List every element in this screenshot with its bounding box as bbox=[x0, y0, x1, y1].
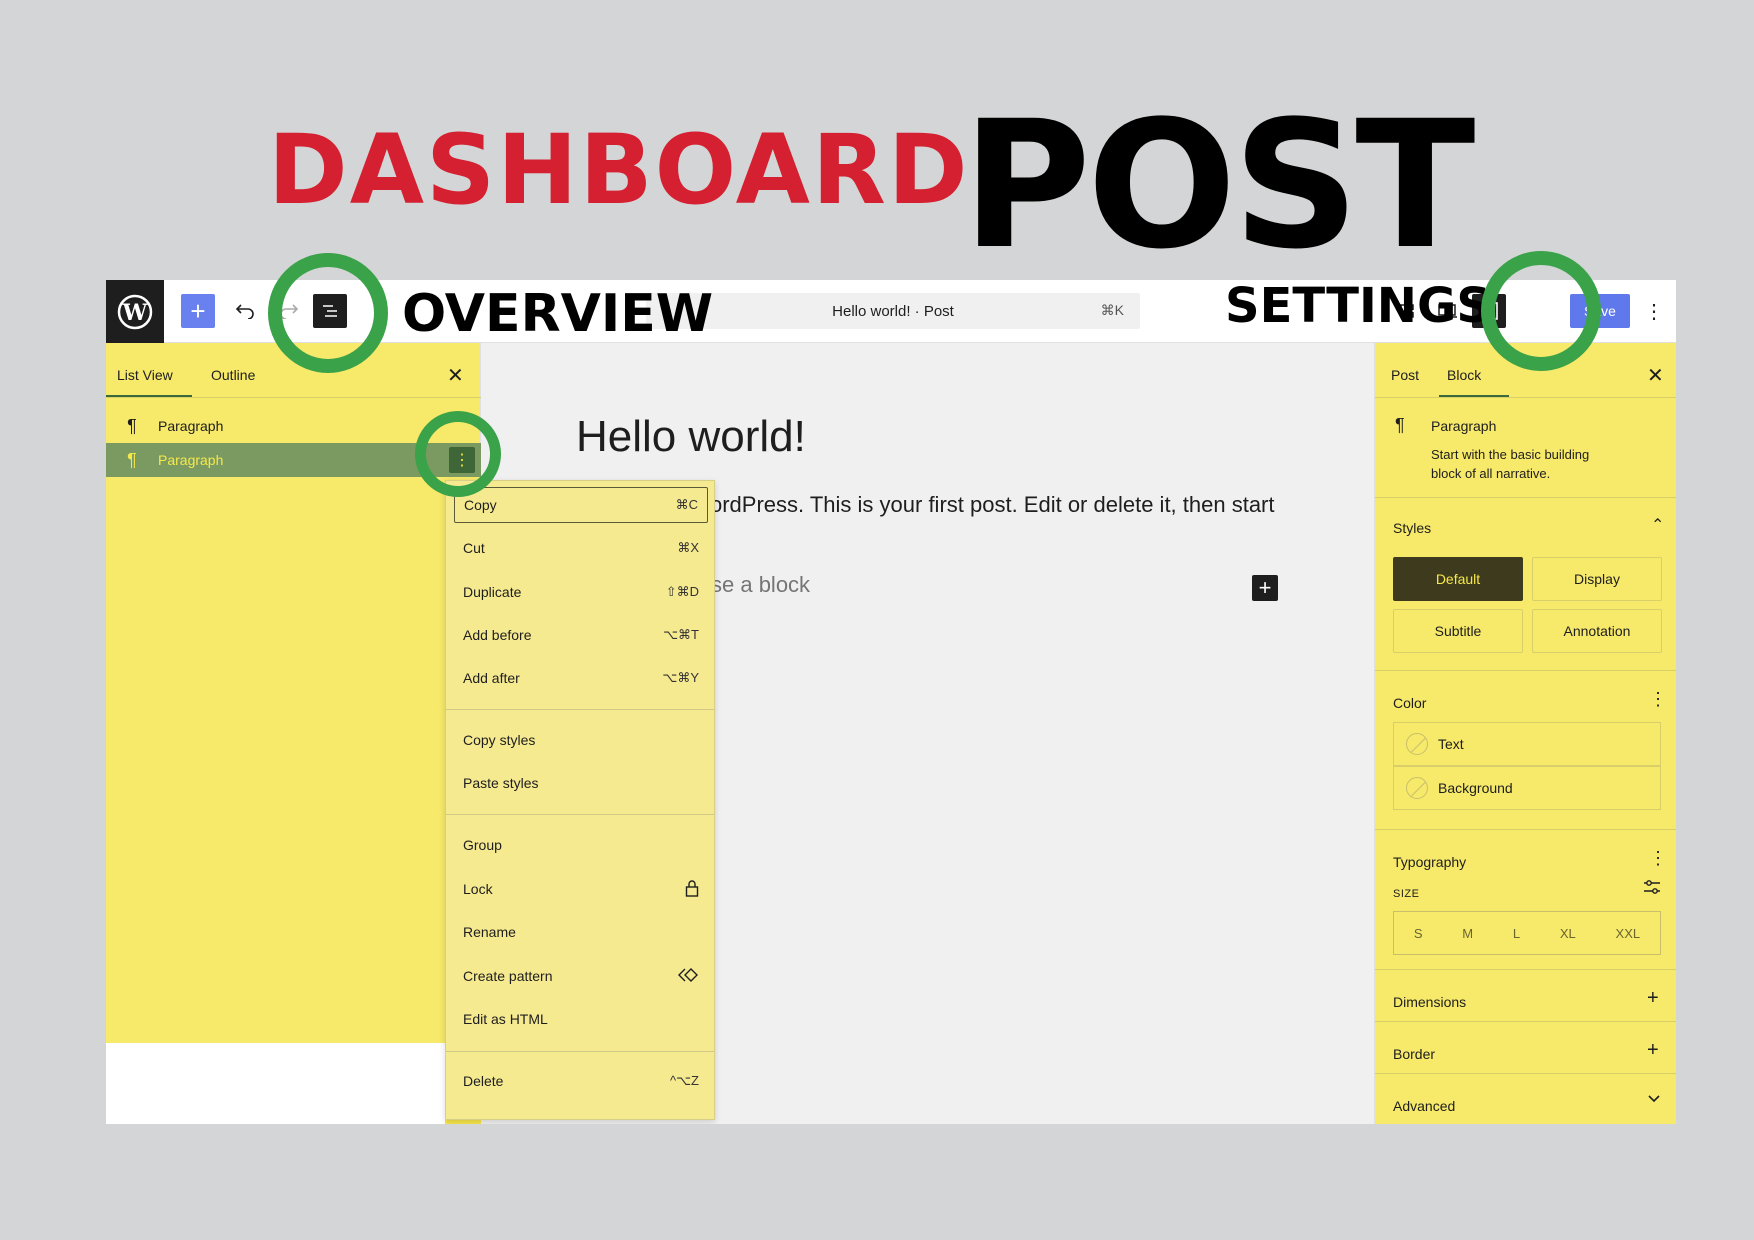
styles-heading: Styles bbox=[1393, 520, 1432, 536]
menu-item-copy-styles[interactable]: Copy styles bbox=[454, 722, 708, 758]
color-heading: Color bbox=[1393, 695, 1427, 711]
menu-item-add-before[interactable]: Add before ⌥⌘T bbox=[454, 617, 708, 653]
banner-title-dashboard: DASHBOARD bbox=[268, 114, 970, 226]
callout-overview: OVERVIEW bbox=[402, 284, 714, 344]
divider bbox=[106, 397, 481, 398]
size-settings-icon[interactable] bbox=[1643, 879, 1661, 900]
size-xl[interactable]: XL bbox=[1560, 926, 1576, 941]
divider bbox=[1375, 969, 1676, 970]
command-palette-bar[interactable]: Hello world! · Post ⌘K bbox=[646, 293, 1140, 329]
close-settings-icon[interactable]: ✕ bbox=[1647, 363, 1664, 388]
add-block-button[interactable]: + bbox=[1252, 575, 1278, 601]
list-item-label: Paragraph bbox=[158, 418, 224, 434]
post-paragraph[interactable]: ordPress. This is your first post. Edit … bbox=[710, 492, 1275, 518]
color-options-icon[interactable]: ⋮ bbox=[1649, 689, 1667, 710]
menu-separator bbox=[446, 709, 714, 710]
menu-item-group[interactable]: Group bbox=[454, 827, 708, 863]
lock-icon bbox=[685, 879, 699, 900]
tab-outline[interactable]: Outline bbox=[211, 367, 255, 383]
divider bbox=[1375, 670, 1676, 671]
block-inserter-button[interactable]: + bbox=[181, 294, 215, 328]
typography-heading: Typography bbox=[1393, 854, 1467, 870]
list-item-label: Paragraph bbox=[158, 452, 224, 468]
paragraph-icon: ¶ bbox=[127, 415, 137, 436]
highlight-ring-settings bbox=[1481, 251, 1601, 371]
menu-item-rename[interactable]: Rename bbox=[454, 914, 708, 950]
divider bbox=[1375, 1021, 1676, 1022]
block-options-menu: Copy ⌘C Cut ⌘X Duplicate ⇧⌘D Add before ⌥⌘T … bbox=[445, 480, 715, 1120]
divider bbox=[1375, 829, 1676, 830]
document-title: Hello world! · Post bbox=[832, 302, 954, 320]
style-annotation-button[interactable]: Annotation bbox=[1532, 609, 1662, 653]
size-l[interactable]: L bbox=[1513, 926, 1520, 941]
divider bbox=[1375, 397, 1676, 398]
size-m[interactable]: M bbox=[1462, 926, 1473, 941]
block-description: Start with the basic building block of a… bbox=[1431, 447, 1590, 481]
tab-block[interactable]: Block bbox=[1447, 367, 1481, 383]
paragraph-icon: ¶ bbox=[1395, 415, 1405, 435]
menu-item-lock[interactable]: Lock bbox=[454, 871, 708, 907]
empty-swatch-icon bbox=[1406, 777, 1428, 799]
typography-options-icon[interactable]: ⋮ bbox=[1649, 848, 1667, 869]
size-s[interactable]: S bbox=[1414, 926, 1423, 941]
block-name: Paragraph bbox=[1431, 418, 1497, 434]
more-options-icon[interactable]: ⋮ bbox=[1642, 294, 1666, 328]
divider bbox=[1375, 497, 1676, 498]
menu-item-create-pattern[interactable]: Create pattern bbox=[454, 958, 708, 994]
color-text-row[interactable]: Text bbox=[1393, 722, 1661, 766]
empty-swatch-icon bbox=[1406, 733, 1428, 755]
style-subtitle-button[interactable]: Subtitle bbox=[1393, 609, 1523, 653]
menu-item-duplicate[interactable]: Duplicate ⇧⌘D bbox=[454, 574, 708, 610]
menu-item-add-after[interactable]: Add after ⌥⌘Y bbox=[454, 660, 708, 696]
menu-separator bbox=[446, 814, 714, 815]
paragraph-icon: ¶ bbox=[127, 449, 137, 470]
editor-window: W + Hello world! · Post ⌘K Save ⋮ Hello … bbox=[106, 280, 1676, 1124]
style-display-button[interactable]: Display bbox=[1532, 557, 1662, 601]
pattern-icon bbox=[677, 967, 699, 986]
plus-icon[interactable]: + bbox=[1647, 1039, 1659, 1062]
advanced-heading[interactable]: Advanced bbox=[1393, 1098, 1455, 1114]
menu-item-copy[interactable]: Copy ⌘C bbox=[454, 487, 708, 523]
border-heading[interactable]: Border bbox=[1393, 1046, 1435, 1062]
style-default-button[interactable]: Default bbox=[1393, 557, 1523, 601]
color-background-row[interactable]: Background bbox=[1393, 766, 1661, 810]
settings-sidebar: Post Block ✕ ¶ Paragraph Start with the … bbox=[1374, 343, 1676, 1124]
menu-item-edit-html[interactable]: Edit as HTML bbox=[454, 1001, 708, 1037]
chevron-up-icon[interactable]: ⌃ bbox=[1651, 515, 1664, 535]
menu-item-delete[interactable]: Delete ^⌥Z bbox=[454, 1063, 708, 1099]
dimensions-heading[interactable]: Dimensions bbox=[1393, 994, 1466, 1010]
wordpress-logo-icon[interactable]: W bbox=[106, 280, 164, 343]
tab-list-view[interactable]: List View bbox=[117, 367, 173, 383]
menu-item-cut[interactable]: Cut ⌘X bbox=[454, 530, 708, 566]
banner-title-post: POST bbox=[962, 83, 1475, 288]
menu-item-paste-styles[interactable]: Paste styles bbox=[454, 765, 708, 801]
command-shortcut: ⌘K bbox=[1100, 302, 1124, 318]
chevron-down-icon[interactable] bbox=[1647, 1091, 1661, 1110]
block-placeholder[interactable]: se a block bbox=[711, 572, 810, 598]
callout-settings: SETTINGS bbox=[1225, 278, 1491, 334]
size-label: SIZE bbox=[1393, 888, 1420, 900]
font-size-picker[interactable]: S M L XL XXL bbox=[1393, 911, 1661, 955]
highlight-ring-list-view bbox=[268, 253, 388, 373]
svg-text:W: W bbox=[122, 300, 148, 326]
tab-post[interactable]: Post bbox=[1391, 367, 1419, 383]
plus-icon[interactable]: + bbox=[1647, 987, 1659, 1010]
divider bbox=[1375, 1073, 1676, 1074]
highlight-ring-block-options bbox=[415, 411, 501, 497]
post-title[interactable]: Hello world! bbox=[576, 412, 806, 462]
undo-icon[interactable] bbox=[228, 294, 262, 328]
size-xxl[interactable]: XXL bbox=[1616, 926, 1641, 941]
menu-separator bbox=[446, 1051, 714, 1052]
close-list-view-icon[interactable]: ✕ bbox=[447, 363, 464, 388]
